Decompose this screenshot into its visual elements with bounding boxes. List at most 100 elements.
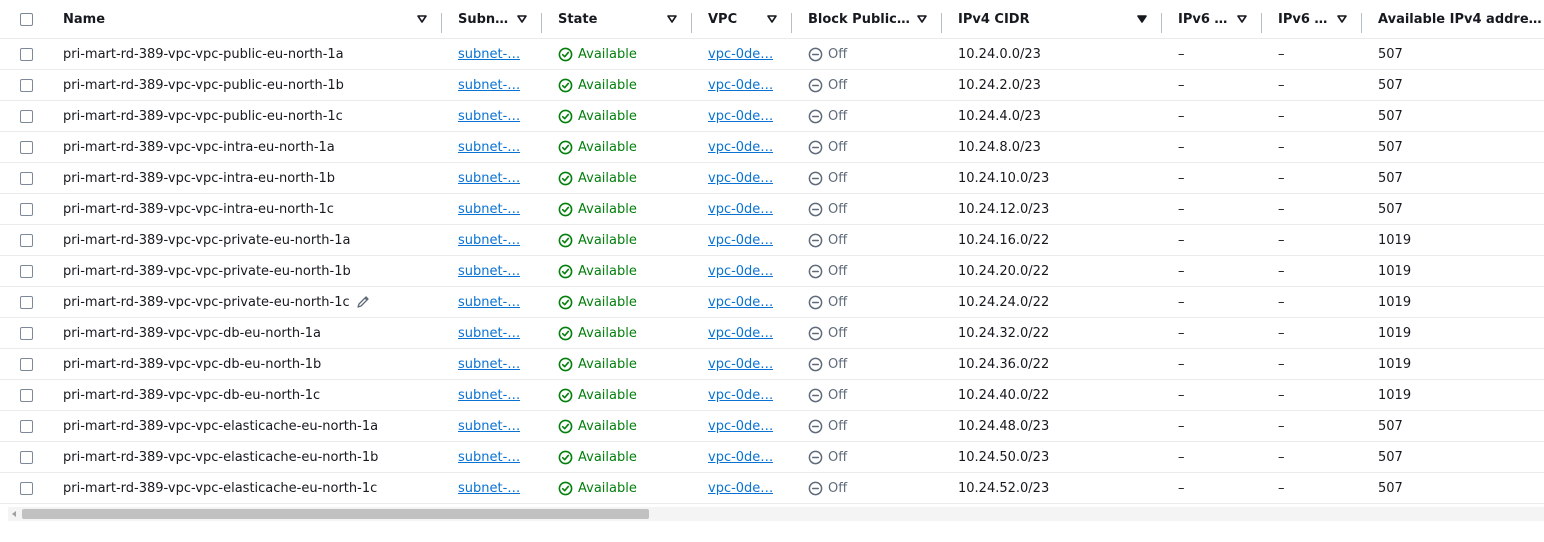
subnet-id-link[interactable]: subnet-… [458, 140, 520, 155]
column-header-ipv6-association[interactable]: IPv6 … [1278, 0, 1334, 38]
table-row[interactable]: pri-mart-rd-389-vpc-vpc-intra-eu-north-1… [0, 194, 1544, 225]
subnet-id-link[interactable]: subnet-… [458, 326, 520, 341]
table-row[interactable]: pri-mart-rd-389-vpc-vpc-db-eu-north-1b su… [0, 349, 1544, 380]
column-divider[interactable] [1161, 13, 1162, 33]
table-row[interactable]: pri-mart-rd-389-vpc-vpc-db-eu-north-1c su… [0, 380, 1544, 411]
table-row[interactable]: pri-mart-rd-389-vpc-vpc-elasticache-eu-n… [0, 411, 1544, 442]
column-divider[interactable] [941, 13, 942, 33]
ipv4-cidr-value: 10.24.20.0/22 [958, 263, 1050, 279]
table-row[interactable]: pri-mart-rd-389-vpc-vpc-intra-eu-north-1… [0, 132, 1544, 163]
sort-caret-icon[interactable] [766, 13, 778, 25]
row-checkbox[interactable] [20, 326, 33, 340]
table-row[interactable]: pri-mart-rd-389-vpc-vpc-public-eu-north-… [0, 39, 1544, 70]
sort-caret-icon[interactable] [916, 13, 928, 25]
subnet-id-link[interactable]: subnet-… [458, 481, 520, 496]
available-ipv4-value: 1019 [1378, 263, 1412, 279]
column-divider[interactable] [1261, 13, 1262, 33]
subnet-id-link[interactable]: subnet-… [458, 357, 520, 372]
vpc-id-link[interactable]: vpc-0de… [708, 388, 773, 403]
vpc-id-link[interactable]: vpc-0de… [708, 202, 773, 217]
row-checkbox[interactable] [20, 264, 33, 278]
row-checkbox[interactable] [20, 78, 33, 92]
vpc-id-link[interactable]: vpc-0de… [708, 295, 773, 310]
scroll-left-arrow-icon[interactable] [10, 510, 18, 518]
row-checkbox[interactable] [20, 481, 33, 495]
subnet-id-link[interactable]: subnet-… [458, 295, 520, 310]
column-header-available-ipv4[interactable]: Available IPv4 addresses [1378, 0, 1544, 38]
ipv6-cidr-value: – [1178, 294, 1185, 310]
table-row[interactable]: pri-mart-rd-389-vpc-vpc-elasticache-eu-n… [0, 442, 1544, 473]
table-row[interactable]: pri-mart-rd-389-vpc-vpc-private-eu-north… [0, 287, 1544, 318]
state-cell: Available [558, 163, 688, 193]
table-row[interactable]: pri-mart-rd-389-vpc-vpc-private-eu-north… [0, 256, 1544, 287]
vpc-id-link[interactable]: vpc-0de… [708, 140, 773, 155]
column-header-ipv4-cidr[interactable]: IPv4 CIDR [958, 0, 1148, 38]
row-checkbox[interactable] [20, 295, 33, 309]
vpc-id-link[interactable]: vpc-0de… [708, 450, 773, 465]
column-divider[interactable] [791, 13, 792, 33]
vpc-id-link[interactable]: vpc-0de… [708, 326, 773, 341]
row-checkbox[interactable] [20, 47, 33, 61]
subnet-id-link[interactable]: subnet-… [458, 388, 520, 403]
row-checkbox[interactable] [20, 357, 33, 371]
vpc-id-link[interactable]: vpc-0de… [708, 109, 773, 124]
row-checkbox[interactable] [20, 109, 33, 123]
vpc-id-link[interactable]: vpc-0de… [708, 233, 773, 248]
horizontal-scrollbar-thumb[interactable] [22, 509, 649, 519]
minus-circle-icon [808, 140, 823, 154]
column-divider[interactable] [691, 13, 692, 33]
subnet-id-link[interactable]: subnet-… [458, 450, 520, 465]
sort-caret-icon[interactable] [1236, 13, 1248, 25]
ipv4-cidr-value: 10.24.48.0/23 [958, 418, 1050, 434]
vpc-id-link[interactable]: vpc-0de… [708, 171, 773, 186]
column-divider[interactable] [1361, 13, 1362, 33]
column-header-name[interactable]: Name [63, 0, 433, 38]
table-row[interactable]: pri-mart-rd-389-vpc-vpc-elasticache-eu-n… [0, 473, 1544, 504]
table-row[interactable]: pri-mart-rd-389-vpc-vpc-private-eu-north… [0, 225, 1544, 256]
column-header-subnet[interactable]: Subn… [458, 0, 520, 38]
check-circle-icon [558, 450, 573, 464]
sort-caret-icon[interactable] [416, 13, 428, 25]
row-checkbox[interactable] [20, 202, 33, 216]
sort-caret-icon[interactable] [1336, 13, 1348, 25]
vpc-id-link[interactable]: vpc-0de… [708, 481, 773, 496]
sort-caret-icon[interactable] [666, 13, 678, 25]
vpc-id-link[interactable]: vpc-0de… [708, 264, 773, 279]
minus-circle-icon [808, 78, 823, 92]
table-row[interactable]: pri-mart-rd-389-vpc-vpc-public-eu-north-… [0, 101, 1544, 132]
column-header-label: Available IPv4 addresses [1378, 11, 1544, 27]
subnet-id-link[interactable]: subnet-… [458, 78, 520, 93]
subnet-id-link[interactable]: subnet-… [458, 47, 520, 62]
vpc-id-link[interactable]: vpc-0de… [708, 78, 773, 93]
table-row[interactable]: pri-mart-rd-389-vpc-vpc-intra-eu-north-1… [0, 163, 1544, 194]
vpc-id-link[interactable]: vpc-0de… [708, 419, 773, 434]
select-all-checkbox[interactable] [20, 12, 33, 26]
subnet-id-link[interactable]: subnet-… [458, 264, 520, 279]
subnet-id-cell: subnet-… [458, 225, 528, 255]
subnet-id-link[interactable]: subnet-… [458, 171, 520, 186]
subnet-name-cell: pri-mart-rd-389-vpc-vpc-db-eu-north-1b [63, 349, 403, 379]
row-checkbox[interactable] [20, 171, 33, 185]
table-row[interactable]: pri-mart-rd-389-vpc-vpc-public-eu-north-… [0, 70, 1544, 101]
pencil-icon[interactable] [356, 295, 370, 309]
subnet-id-link[interactable]: subnet-… [458, 233, 520, 248]
subnet-id-link[interactable]: subnet-… [458, 419, 520, 434]
sort-caret-active-icon[interactable] [1136, 13, 1148, 25]
row-checkbox[interactable] [20, 388, 33, 402]
row-checkbox[interactable] [20, 419, 33, 433]
subnet-id-link[interactable]: subnet-… [458, 109, 520, 124]
row-checkbox[interactable] [20, 450, 33, 464]
column-divider[interactable] [541, 13, 542, 33]
row-checkbox[interactable] [20, 140, 33, 154]
available-ipv4-value: 1019 [1378, 232, 1412, 248]
row-checkbox[interactable] [20, 233, 33, 247]
column-divider[interactable] [441, 13, 442, 33]
subnet-id-link[interactable]: subnet-… [458, 202, 520, 217]
table-row[interactable]: pri-mart-rd-389-vpc-vpc-db-eu-north-1a su… [0, 318, 1544, 349]
column-header-block-public-access[interactable]: Block Public… [808, 0, 910, 38]
ipv6-cidr-cell: – [1178, 132, 1258, 162]
sort-caret-icon[interactable] [516, 13, 528, 25]
vpc-id-link[interactable]: vpc-0de… [708, 357, 773, 372]
column-header-ipv6-cidr[interactable]: IPv6 … [1178, 0, 1234, 38]
vpc-id-link[interactable]: vpc-0de… [708, 47, 773, 62]
